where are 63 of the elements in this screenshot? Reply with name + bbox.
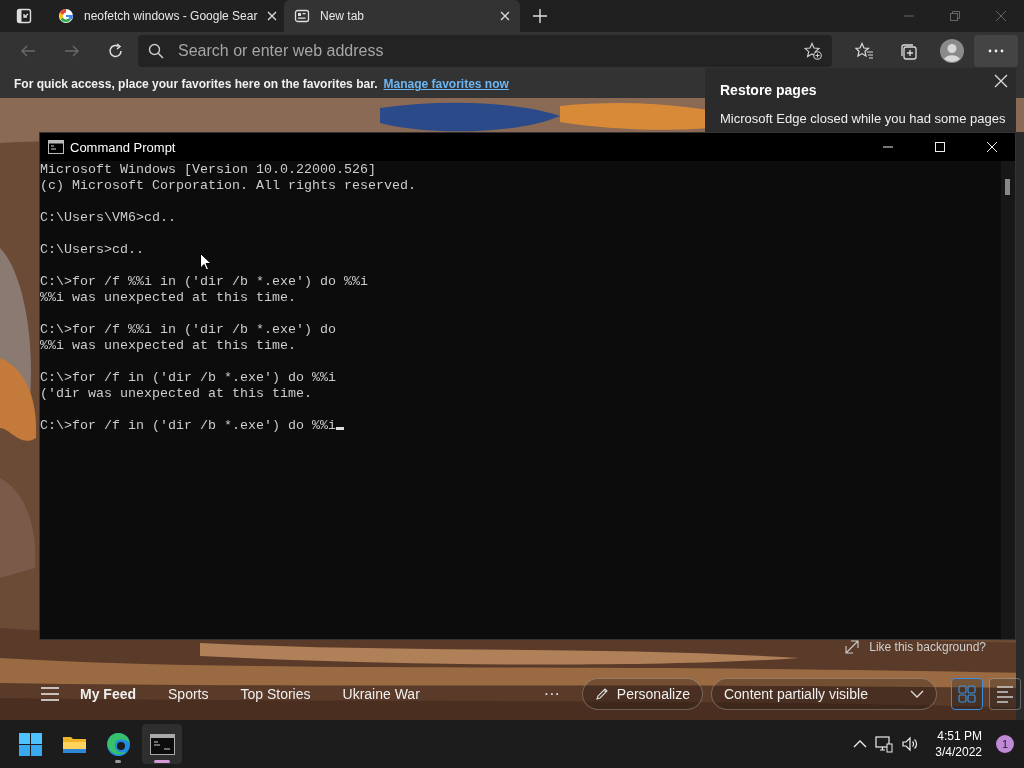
browser-tab[interactable]: New tab: [284, 0, 520, 32]
clock-date[interactable]: 3/4/2022: [935, 744, 982, 760]
google-logo-icon: [58, 8, 74, 24]
personalize-button[interactable]: Personalize: [581, 678, 703, 710]
feed-tab[interactable]: Sports: [168, 686, 209, 702]
start-icon: [17, 731, 43, 757]
console-line: C:\Users>cd..: [40, 242, 145, 258]
clock-time[interactable]: 4:51 PM: [937, 728, 982, 744]
menu-icon[interactable]: [40, 687, 60, 701]
console-line: ('dir was unexpected at this time.: [40, 386, 313, 402]
search-icon: [148, 43, 164, 59]
favorites-icon[interactable]: [855, 42, 873, 60]
grid-view-button[interactable]: [950, 678, 983, 710]
chevron-down-icon: [909, 690, 924, 698]
feed-tab[interactable]: My Feed: [80, 686, 136, 702]
tab-title: New tab: [320, 9, 366, 23]
add-favorite-icon[interactable]: [804, 42, 822, 60]
background-prompt[interactable]: Like this background?: [869, 640, 986, 654]
panel-title: Restore pages: [720, 82, 818, 98]
collections-icon[interactable]: [899, 42, 917, 60]
grid-icon: [957, 685, 976, 703]
browser-tab[interactable]: neofetch windows - Google Sear: [48, 0, 284, 32]
console-app-icon: [48, 140, 64, 154]
expand-icon[interactable]: [845, 640, 860, 654]
page-icon: [294, 8, 310, 24]
browser-icon: [105, 731, 131, 757]
scrollbar-thumb[interactable]: [1005, 179, 1010, 195]
refresh-icon[interactable]: [108, 43, 124, 59]
window-title: Command Prompt: [70, 139, 177, 155]
notification-badge[interactable]: 1: [996, 735, 1014, 753]
mouse-pointer-icon: [200, 253, 212, 271]
more-button[interactable]: ···: [543, 685, 560, 703]
restore-icon[interactable]: [949, 10, 961, 22]
scrollbar[interactable]: [1001, 161, 1015, 639]
tab-actions-icon[interactable]: [16, 8, 32, 24]
address-bar[interactable]: Search or enter web address: [138, 35, 832, 67]
console-icon: [149, 731, 175, 757]
scrollbar[interactable]: [1016, 132, 1024, 720]
maximize-icon[interactable]: [935, 142, 945, 152]
feed-tab[interactable]: Top Stories: [240, 686, 311, 702]
feed-tab[interactable]: Ukraine War: [342, 686, 420, 702]
network-icon[interactable]: [875, 735, 894, 753]
console-line: %%i was unexpected at this time.: [40, 290, 297, 306]
console-line: (c) Microsoft Corporation. All rights reserved.: [40, 178, 417, 194]
pencil-icon: [594, 687, 609, 701]
taskbar-button[interactable]: [142, 724, 182, 764]
content-visibility-dropdown[interactable]: Content partially visible: [710, 678, 937, 710]
manage-favorites-link[interactable]: Manage favorites now: [383, 77, 509, 91]
console-line: C:\>for /f in ('dir /b *.exe') do %%i: [40, 418, 336, 433]
console-line: C:\>for /f %%i in ('dir /b *.exe') do: [40, 322, 337, 338]
chevron-up-icon[interactable]: [853, 740, 868, 748]
list-view-button[interactable]: [988, 678, 1021, 710]
new-tab-icon[interactable]: [532, 8, 548, 24]
favorites-bar-hint: For quick access, place your favorites here on the favorites bar.: [14, 77, 378, 91]
console-line: C:\>for /f in ('dir /b *.exe') do %%i: [40, 370, 337, 386]
profile-avatar-icon[interactable]: [940, 39, 964, 63]
console-line: Microsoft Windows [Version 10.0.22000.526]: [40, 162, 377, 178]
volume-icon[interactable]: [901, 735, 920, 753]
console-line: %%i was unexpected at this time.: [40, 338, 297, 354]
console-line: C:\>for /f %%i in ('dir /b *.exe') do %%i: [40, 274, 369, 290]
list-icon: [995, 685, 1014, 703]
tab-title: neofetch windows - Google Sear: [84, 9, 258, 23]
console-line: C:\Users\VM6>cd..: [40, 210, 177, 226]
